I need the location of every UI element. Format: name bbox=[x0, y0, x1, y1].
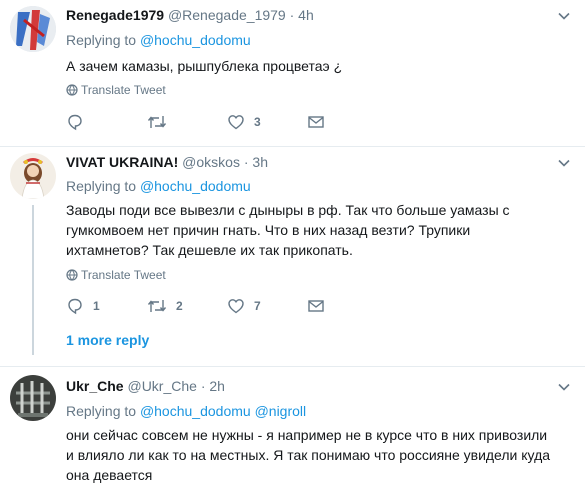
message-icon bbox=[308, 116, 324, 128]
reply-count: 1 bbox=[93, 299, 100, 313]
tweet-header: VIVAT UKRAINA! @okskos · 3h bbox=[66, 153, 268, 171]
replying-label: Replying to bbox=[66, 32, 137, 48]
mention-link[interactable]: @hochu_dodomu bbox=[140, 403, 251, 419]
replying-label: Replying to bbox=[66, 403, 137, 419]
like-count: 3 bbox=[254, 115, 261, 129]
tweet-text: они сейчас совсем не нужны - я например … bbox=[66, 425, 566, 485]
thread-line bbox=[32, 205, 34, 355]
display-name[interactable]: Renegade1979 bbox=[66, 7, 164, 23]
translate-tweet-link[interactable]: Translate Tweet bbox=[66, 83, 166, 97]
replying-to: Replying to @hochu_dodomu bbox=[66, 177, 251, 195]
replying-to: Replying to @hochu_dodomu bbox=[66, 31, 251, 49]
tweet-text-line: и влияло ли как то на местных. Я так пон… bbox=[66, 447, 551, 463]
mention-link[interactable]: @nigroll bbox=[255, 403, 307, 419]
like-count: 7 bbox=[254, 299, 261, 313]
retweet-button[interactable] bbox=[147, 112, 176, 132]
message-button[interactable] bbox=[307, 112, 325, 132]
tweet-okskos: VIVAT UKRAINA! @okskos · 3h Replying to … bbox=[0, 147, 585, 367]
separator: · bbox=[289, 7, 295, 23]
retweet-icon bbox=[147, 116, 167, 128]
display-name[interactable]: VIVAT UKRAINA! bbox=[66, 154, 178, 170]
avatar[interactable] bbox=[10, 6, 56, 52]
chevron-down-icon[interactable] bbox=[557, 9, 571, 23]
user-handle[interactable]: @Renegade_1979 bbox=[168, 7, 286, 23]
tweet-header: Renegade1979 @Renegade_1979 · 4h bbox=[66, 6, 314, 24]
replying-label: Replying to bbox=[66, 178, 137, 194]
translate-label: Translate Tweet bbox=[81, 83, 166, 97]
timestamp[interactable]: 4h bbox=[298, 7, 314, 23]
reply-button[interactable]: 1 bbox=[66, 296, 100, 316]
tweet-actions: 3 bbox=[66, 112, 366, 132]
tweet-text-line: они сейчас совсем не нужны - я например … bbox=[66, 427, 548, 443]
tweet-text-line: она девается bbox=[66, 467, 153, 483]
like-button[interactable]: 7 bbox=[227, 296, 261, 316]
tweet-header: Ukr_Che @Ukr_Che · 2h bbox=[66, 377, 225, 395]
avatar[interactable] bbox=[10, 153, 56, 199]
separator: · bbox=[200, 378, 206, 394]
mention-link[interactable]: @hochu_dodomu bbox=[140, 178, 251, 194]
mention-link[interactable]: @hochu_dodomu bbox=[140, 32, 251, 48]
timestamp[interactable]: 3h bbox=[252, 154, 268, 170]
retweet-icon bbox=[147, 300, 167, 312]
chevron-down-icon[interactable] bbox=[557, 156, 571, 170]
avatar[interactable] bbox=[10, 375, 56, 421]
tweet-text-line: Заводы поди все вывезли с дыныры в рф. Т… bbox=[66, 202, 510, 218]
reply-icon bbox=[68, 114, 82, 131]
tweet-text: Заводы поди все вывезли с дыныры в рф. Т… bbox=[66, 200, 566, 260]
display-name[interactable]: Ukr_Che bbox=[66, 378, 124, 394]
like-icon bbox=[228, 115, 244, 130]
translate-tweet-link[interactable]: Translate Tweet bbox=[66, 268, 166, 282]
tweet-text: А зачем камазы, рышпублека процветаэ ¿ bbox=[66, 58, 343, 74]
separator: · bbox=[243, 154, 249, 170]
chevron-down-icon[interactable] bbox=[557, 380, 571, 394]
replying-to: Replying to @hochu_dodomu @nigroll bbox=[66, 402, 306, 420]
timestamp[interactable]: 2h bbox=[209, 378, 225, 394]
like-button[interactable]: 3 bbox=[227, 112, 261, 132]
tweet-text-line: ихтамнетов? Так дешевле их так прикопать… bbox=[66, 242, 353, 258]
more-replies-link[interactable]: 1 more reply bbox=[66, 332, 149, 348]
message-button[interactable] bbox=[307, 296, 325, 316]
like-icon bbox=[228, 299, 244, 314]
retweet-button[interactable]: 2 bbox=[147, 296, 183, 316]
globe-icon bbox=[66, 269, 78, 281]
user-handle[interactable]: @okskos bbox=[182, 154, 240, 170]
reply-icon bbox=[68, 298, 82, 315]
retweet-count: 2 bbox=[176, 299, 183, 313]
reply-button[interactable] bbox=[66, 112, 93, 132]
user-handle[interactable]: @Ukr_Che bbox=[127, 378, 196, 394]
globe-icon bbox=[66, 84, 78, 96]
tweet-renegade: Renegade1979 @Renegade_1979 · 4h Replyin… bbox=[0, 0, 585, 147]
message-icon bbox=[308, 300, 324, 312]
tweet-ukr-che: Ukr_Che @Ukr_Che · 2h Replying to @hochu… bbox=[0, 367, 585, 484]
translate-label: Translate Tweet bbox=[81, 268, 166, 282]
tweet-text-line: гумкомвоем нет причин гнать. Что в них н… bbox=[66, 222, 471, 238]
tweet-actions: 1 2 7 bbox=[66, 296, 366, 316]
